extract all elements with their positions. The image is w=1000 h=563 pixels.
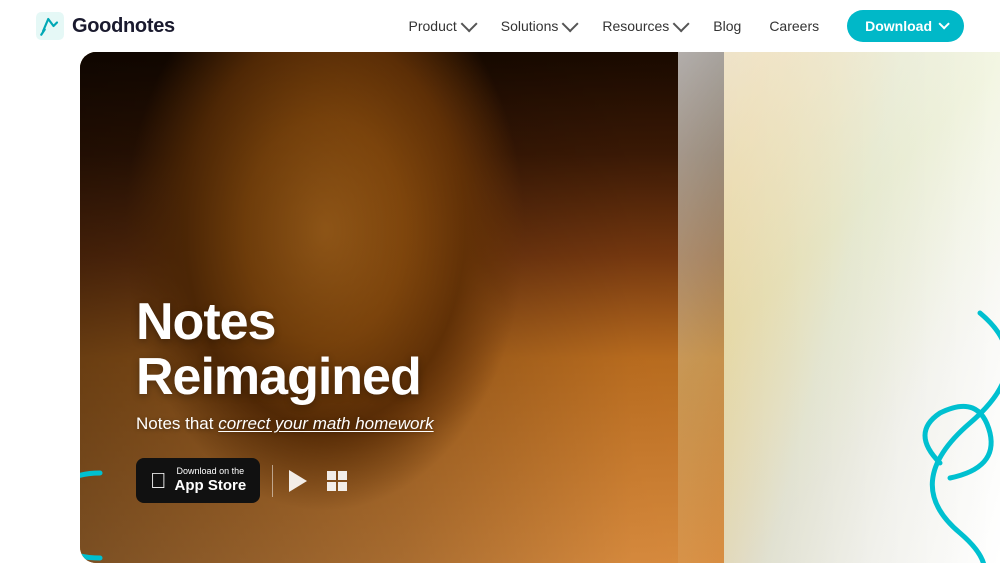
chevron-down-icon: [562, 15, 579, 32]
hero-download-buttons:  Download on the App Store: [136, 458, 434, 503]
chevron-down-icon: [938, 18, 949, 29]
hero-section: Notes Reimagined Notes that correct your…: [80, 52, 1000, 563]
chevron-down-icon: [460, 15, 477, 32]
logo-text: Goodnotes: [72, 15, 175, 38]
store-divider: [272, 465, 273, 497]
nav-item-product[interactable]: Product: [409, 18, 473, 34]
play-icon: [285, 468, 311, 494]
logo[interactable]: Goodnotes: [36, 12, 175, 40]
app-store-text: Download on the App Store: [175, 466, 247, 495]
hero-content: Notes Reimagined Notes that correct your…: [136, 295, 434, 503]
goodnotes-logo-icon: [36, 12, 64, 40]
windows-store-button[interactable]: [325, 469, 349, 493]
google-play-button[interactable]: [285, 468, 311, 494]
nav-item-careers[interactable]: Careers: [769, 18, 819, 34]
hero-title: Notes Reimagined: [136, 295, 434, 404]
hero-subtitle: Notes that correct your math homework: [136, 414, 434, 434]
apple-icon: : [150, 470, 167, 492]
nav-item-blog[interactable]: Blog: [713, 18, 741, 34]
navbar: Goodnotes Product Solutions Resources Bl…: [0, 0, 1000, 52]
other-store-buttons: [285, 468, 349, 494]
squiggle-right-decoration: [840, 303, 1000, 563]
download-button[interactable]: Download: [847, 10, 964, 42]
nav-links: Product Solutions Resources Blog Careers…: [409, 10, 964, 42]
chevron-down-icon: [673, 15, 690, 32]
windows-icon: [325, 469, 349, 493]
nav-item-solutions[interactable]: Solutions: [501, 18, 575, 34]
app-store-button[interactable]:  Download on the App Store: [136, 458, 260, 503]
nav-item-resources[interactable]: Resources: [602, 18, 685, 34]
